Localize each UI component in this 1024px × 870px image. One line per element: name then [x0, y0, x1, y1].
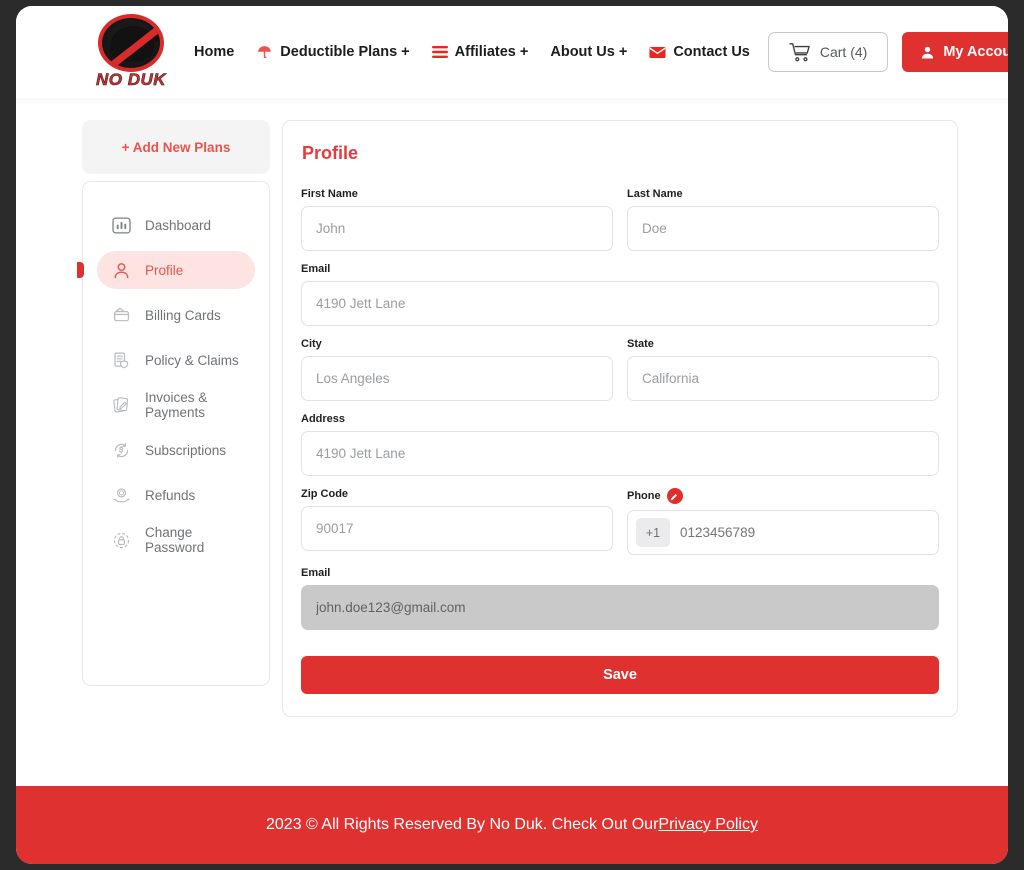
first-name-label: First Name — [301, 188, 358, 200]
sidebar-item-invoices-payments[interactable]: Invoices & Payments — [97, 386, 255, 424]
hand-coin-icon — [111, 485, 131, 505]
address-label: Address — [301, 413, 346, 425]
phone-input-group[interactable]: +1 — [627, 510, 939, 555]
zip-phone-row: Zip Code Phone — [301, 488, 939, 567]
phone-label-row: Phone — [627, 488, 939, 504]
page: NO DUK Home Deductible Plans + Affiliate… — [16, 6, 1008, 864]
save-button[interactable]: Save — [301, 656, 939, 694]
first-name-field: First Name — [301, 188, 613, 251]
nav-label-deductible-plans: Deductible Plans + — [280, 44, 410, 60]
add-new-plans-label: + Add New Plans — [121, 139, 231, 155]
chart-bar-icon — [111, 215, 131, 235]
sidebar-item-refunds[interactable]: Refunds — [97, 476, 255, 514]
sidebar-label-change-password: Change Password — [145, 525, 205, 555]
state-label: State — [627, 338, 654, 350]
umbrella-icon — [256, 44, 273, 61]
hamburger-icon — [431, 45, 448, 59]
nav-label-home: Home — [194, 44, 235, 60]
content-spacer — [16, 751, 1008, 786]
sidebar-label-subscriptions: Subscriptions — [145, 442, 227, 458]
shopping-cart-icon — [789, 42, 811, 62]
cart-button[interactable]: Cart (4) — [767, 32, 889, 72]
state-input[interactable] — [627, 356, 939, 401]
profile-card: Profile First Name Last Name Email — [282, 120, 958, 717]
privacy-policy-link[interactable]: Privacy Policy — [658, 816, 758, 834]
phone-input[interactable] — [680, 525, 930, 540]
first-name-input[interactable] — [301, 206, 613, 251]
email-top-field: Email — [301, 263, 939, 326]
document-shield-icon — [111, 350, 131, 370]
email-bottom-label: Email — [301, 567, 331, 579]
email-top-input[interactable] — [301, 281, 939, 326]
nav-label-contact-us: Contact Us — [673, 44, 750, 60]
name-row: First Name Last Name — [301, 188, 939, 263]
sidebar-item-subscriptions[interactable]: Subscriptions — [97, 431, 255, 469]
sidebar-label-billing-cards: Billing Cards — [145, 307, 221, 323]
zip-code-field: Zip Code — [301, 488, 613, 555]
nav-item-affiliates[interactable]: Affiliates + — [431, 44, 529, 60]
address-field: Address — [301, 413, 939, 476]
last-name-input[interactable] — [627, 206, 939, 251]
sidebar-item-profile[interactable]: Profile — [77, 251, 255, 289]
nav-label-about-us: About Us + — [550, 44, 628, 60]
site-header: NO DUK Home Deductible Plans + Affiliate… — [16, 6, 1008, 98]
email-bottom-input — [301, 585, 939, 630]
device-frame: NO DUK Home Deductible Plans + Affiliate… — [0, 0, 1024, 870]
main-navigation: Home Deductible Plans + Affiliates + Abo… — [194, 44, 750, 61]
active-tab-indicator — [77, 262, 84, 278]
nav-item-about-us[interactable]: About Us + — [550, 44, 627, 60]
invoice-pen-icon — [111, 395, 131, 415]
sidebar-label-profile: Profile — [145, 262, 184, 278]
zip-code-input[interactable] — [301, 506, 613, 551]
user-avatar-icon — [920, 45, 935, 60]
address-input[interactable] — [301, 431, 939, 476]
user-icon — [111, 260, 131, 280]
nav-item-contact-us[interactable]: Contact Us — [649, 44, 750, 60]
sidebar-item-dashboard[interactable]: Dashboard — [97, 206, 255, 244]
cart-label: Cart (4) — [819, 44, 868, 60]
sidebar-item-billing-cards[interactable]: Billing Cards — [97, 296, 255, 334]
city-state-row: City State — [301, 338, 939, 413]
last-name-field: Last Name — [627, 188, 939, 251]
nav-item-home[interactable]: Home — [194, 44, 234, 60]
email-bottom-field: Email — [301, 567, 939, 630]
phone-field: Phone +1 — [627, 488, 939, 555]
lock-circle-icon — [111, 530, 131, 550]
dollar-refresh-icon — [111, 440, 131, 460]
city-field: City — [301, 338, 613, 401]
site-footer: 2023 © All Rights Reserved By No Duk. Ch… — [16, 786, 1008, 864]
credit-card-icon — [111, 305, 131, 325]
sidebar-label-refunds: Refunds — [145, 487, 196, 503]
logo-badge-icon — [98, 14, 164, 72]
zip-code-label: Zip Code — [301, 488, 349, 500]
city-label: City — [301, 338, 322, 350]
my-account-button[interactable]: My Account — [902, 32, 1008, 72]
footer-text: 2023 © All Rights Reserved By No Duk. Ch… — [266, 816, 659, 833]
nav-item-deductible-plans[interactable]: Deductible Plans + — [256, 44, 410, 61]
city-input[interactable] — [301, 356, 613, 401]
my-account-label: My Account — [943, 44, 1008, 60]
phone-country-prefix[interactable]: +1 — [636, 518, 670, 547]
sidebar-item-change-password[interactable]: Change Password — [97, 521, 255, 559]
site-logo[interactable]: NO DUK — [94, 14, 168, 90]
state-field: State — [627, 338, 939, 401]
sidebar-label-invoices-payments: Invoices & Payments — [145, 390, 208, 420]
email-top-label: Email — [301, 263, 331, 275]
sidebar-menu-card: Dashboard Profile Billing Cards Policy &… — [77, 181, 270, 686]
account-sidebar: + Add New Plans Dashboard Profile Billin… — [77, 120, 270, 686]
sidebar-label-dashboard: Dashboard — [145, 217, 212, 233]
sidebar-item-policy-claims[interactable]: Policy & Claims — [97, 341, 255, 379]
last-name-label: Last Name — [627, 188, 683, 200]
edit-pencil-icon[interactable] — [666, 488, 683, 504]
logo-text: NO DUK — [95, 70, 167, 90]
add-new-plans-button[interactable]: + Add New Plans — [82, 120, 270, 174]
sidebar-label-policy-claims: Policy & Claims — [145, 352, 239, 368]
phone-label: Phone — [627, 490, 661, 502]
main-content: + Add New Plans Dashboard Profile Billin… — [16, 98, 1008, 752]
nav-label-affiliates: Affiliates + — [454, 44, 529, 60]
page-title: Profile — [302, 143, 359, 163]
envelope-icon — [649, 46, 666, 59]
